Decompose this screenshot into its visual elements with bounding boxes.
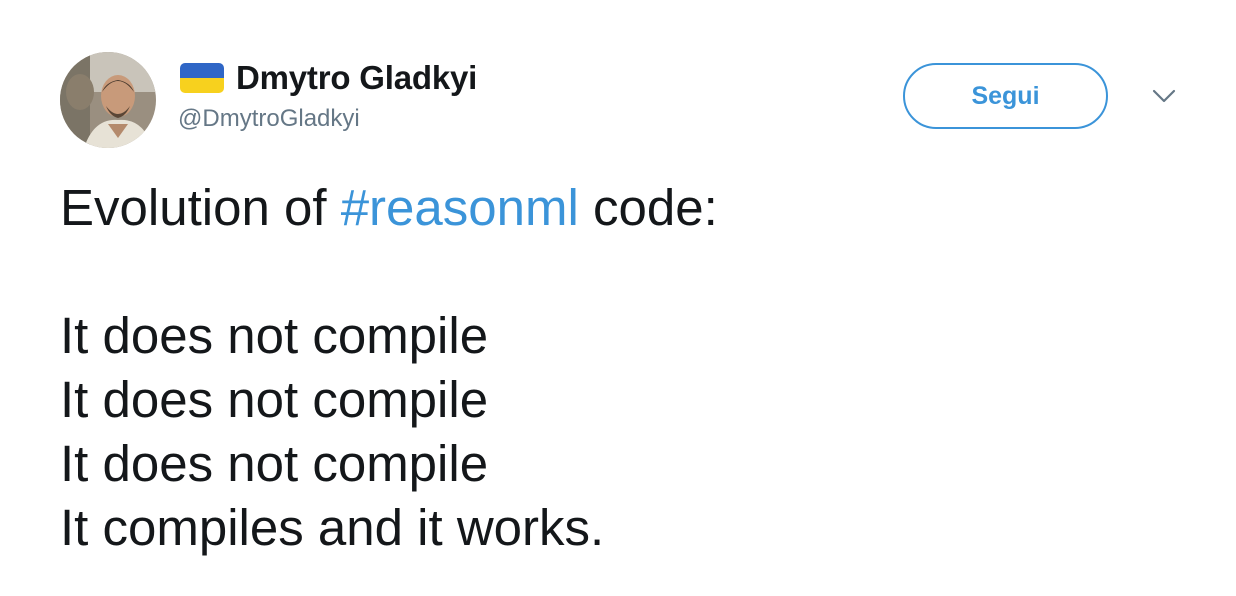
tweet-intro-line: Evolution of #reasonml code: <box>60 176 718 240</box>
follow-button[interactable]: Segui <box>903 63 1108 129</box>
chevron-down-icon <box>1152 89 1176 103</box>
hashtag-link[interactable]: #reasonml <box>341 179 579 236</box>
tweet-card: Dmytro Gladkyi @DmytroGladkyi Segui Evol… <box>0 0 1236 596</box>
author-name-row: Dmytro Gladkyi <box>180 58 477 98</box>
more-options-button[interactable] <box>1150 86 1178 106</box>
tweet-line: It does not compile <box>60 371 489 428</box>
tweet-prefix: Evolution of <box>60 179 341 236</box>
tweet-line: It does not compile <box>60 307 489 364</box>
avatar[interactable] <box>60 52 156 148</box>
ukraine-flag-icon <box>180 63 224 93</box>
flag-top-stripe <box>180 63 224 78</box>
author-display-name[interactable]: Dmytro Gladkyi <box>236 59 477 97</box>
flag-bottom-stripe <box>180 78 224 93</box>
tweet-line: It does not compile <box>60 435 489 492</box>
author-handle[interactable]: @DmytroGladkyi <box>178 105 360 133</box>
tweet-suffix: code: <box>578 179 718 236</box>
tweet-text: Evolution of #reasonml code: It does not… <box>60 176 718 560</box>
tweet-line: It compiles and it works. <box>60 499 605 556</box>
user-photo-icon <box>60 52 156 148</box>
